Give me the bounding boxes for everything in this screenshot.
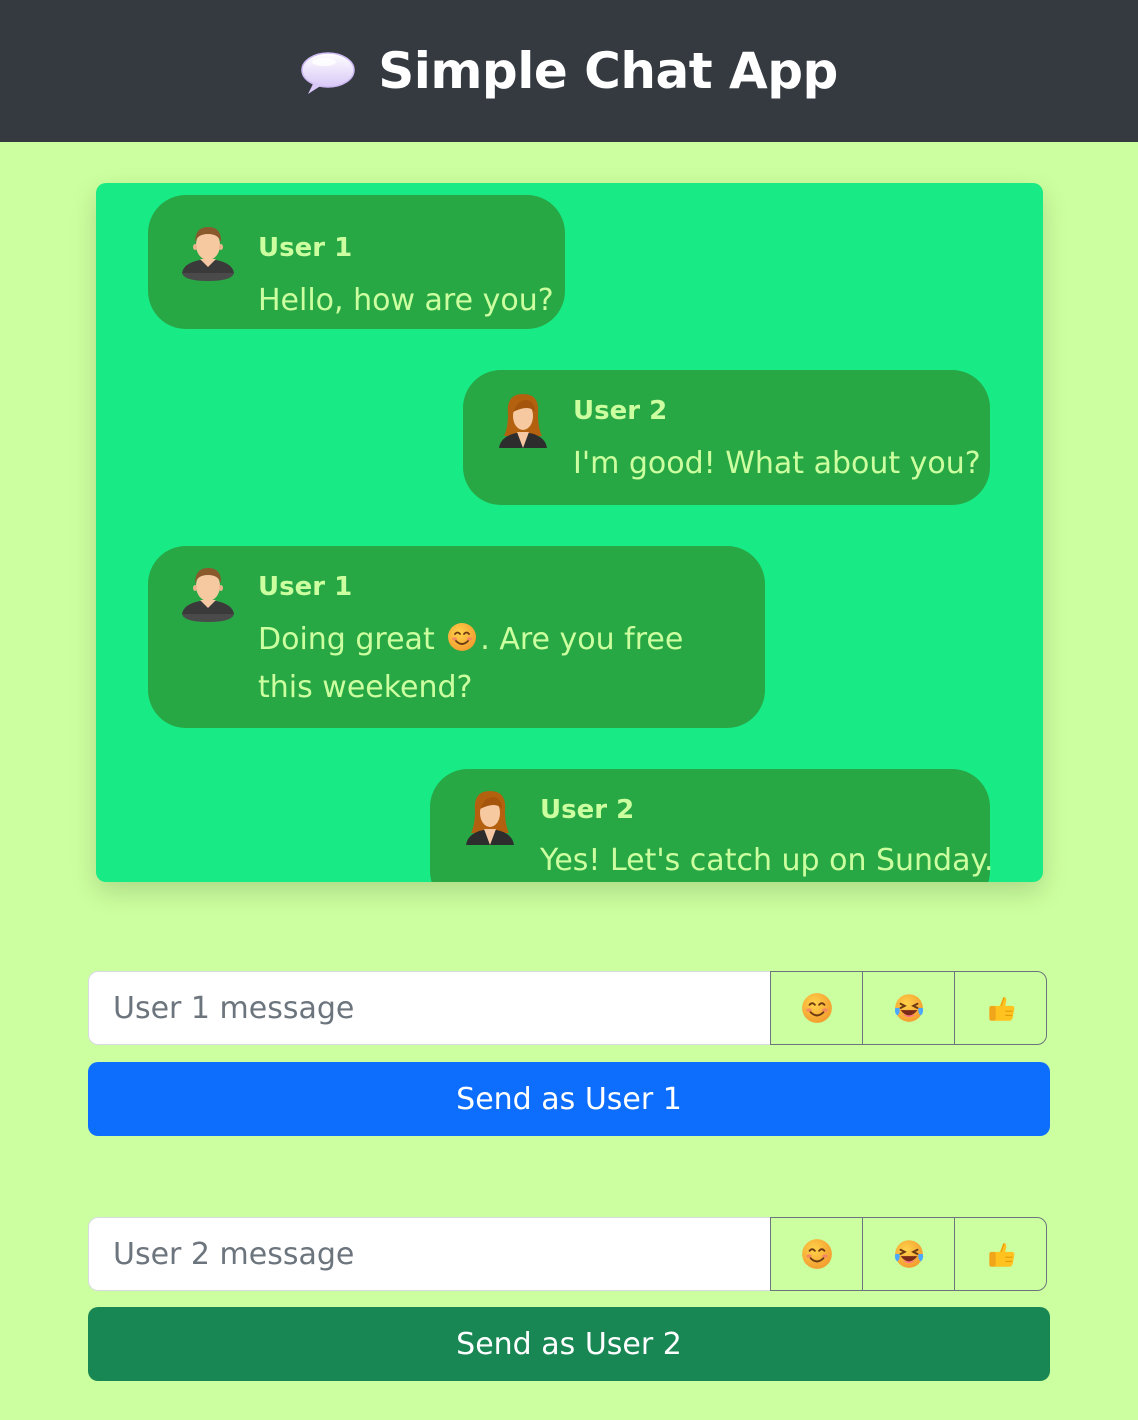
message-bubble: User 2 I'm good! What about you? — [463, 370, 990, 505]
tears-of-joy-icon — [892, 1237, 926, 1271]
message-sender: User 2 — [540, 795, 635, 825]
message-bubble: User 2 Yes! Let's catch up on Sunday. — [430, 769, 994, 882]
message-bubble: User 1 Doing great . Are you free this w… — [148, 546, 765, 728]
smiling-face-icon — [800, 1237, 834, 1271]
message-sender: User 1 — [258, 233, 353, 263]
female-avatar-icon — [462, 789, 518, 849]
smiling-face-icon — [446, 621, 478, 653]
male-avatar-icon — [180, 564, 236, 624]
male-avatar-icon — [180, 223, 236, 283]
thumbs-up-icon — [984, 991, 1018, 1025]
chat-window[interactable]: User 1 Hello, how are you? User 2 I'm go… — [96, 183, 1043, 882]
user2-input-group — [88, 1217, 1050, 1291]
user2-emoji-joy-button[interactable] — [862, 1217, 955, 1291]
app-header: Simple Chat App — [0, 0, 1138, 142]
thumbs-up-icon — [984, 1237, 1018, 1271]
user1-emoji-joy-button[interactable] — [862, 971, 955, 1045]
message-sender: User 1 — [258, 572, 353, 602]
user2-emoji-thumbs-button[interactable] — [954, 1217, 1047, 1291]
female-avatar-icon — [495, 392, 551, 452]
user1-emoji-smile-button[interactable] — [770, 971, 863, 1045]
message-text: Doing great . Are you free this weekend? — [258, 621, 684, 705]
user1-input-group — [88, 971, 1050, 1045]
user1-emoji-thumbs-button[interactable] — [954, 971, 1047, 1045]
send-as-user2-button[interactable]: Send as User 2 — [88, 1307, 1050, 1381]
speech-bubble-icon — [301, 52, 355, 94]
message-bubble: User 1 Hello, how are you? — [148, 195, 565, 329]
user2-message-input[interactable] — [88, 1217, 771, 1291]
user1-message-input[interactable] — [88, 971, 771, 1045]
message-text: I'm good! What about you? — [573, 446, 981, 481]
smiling-face-icon — [800, 991, 834, 1025]
message-text: Yes! Let's catch up on Sunday. — [540, 843, 994, 878]
message-sender: User 2 — [573, 396, 668, 426]
send-as-user1-button[interactable]: Send as User 1 — [88, 1062, 1050, 1136]
app-title: Simple Chat App — [378, 42, 838, 100]
user2-emoji-smile-button[interactable] — [770, 1217, 863, 1291]
tears-of-joy-icon — [892, 991, 926, 1025]
message-text: Hello, how are you? — [258, 283, 554, 318]
